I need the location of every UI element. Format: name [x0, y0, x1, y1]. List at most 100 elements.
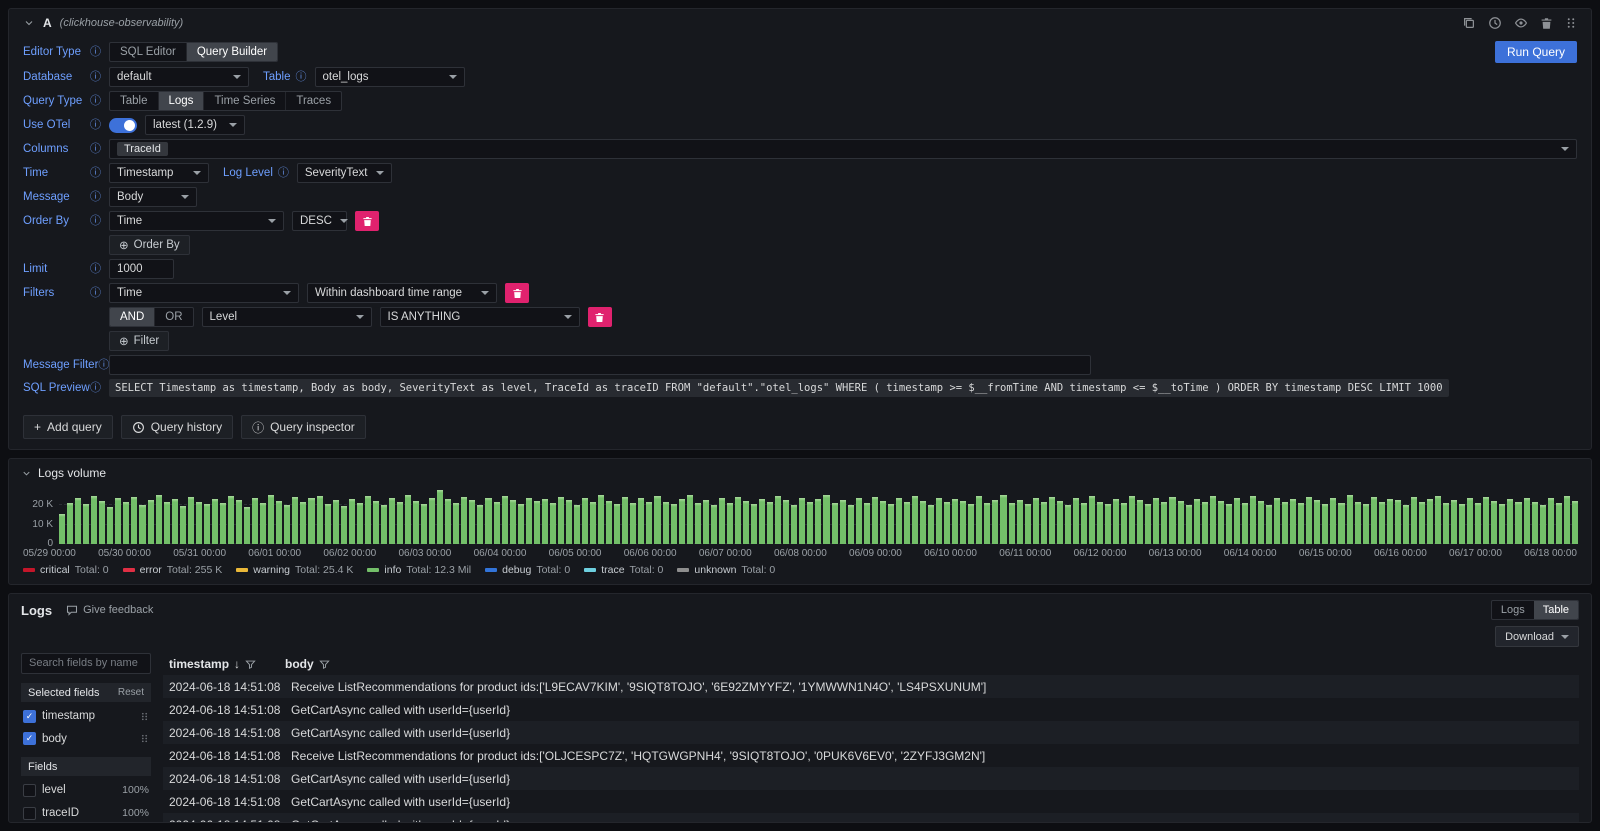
collapse-chevron-icon[interactable] — [23, 17, 35, 29]
columns-chip-traceid[interactable]: TraceId — [117, 142, 168, 156]
body-checkbox[interactable]: ✓ — [23, 732, 36, 745]
log-row[interactable]: 2024-06-18 14:51:08GetCartAsync called w… — [163, 721, 1579, 744]
info-icon[interactable]: ⓘ — [278, 168, 289, 179]
log-row[interactable]: 2024-06-18 14:51:08GetCartAsync called w… — [163, 790, 1579, 813]
drag-handle-grip-icon[interactable] — [140, 711, 149, 722]
volume-bar — [156, 495, 162, 544]
volume-bar — [1234, 498, 1240, 544]
editor-type-option-builder[interactable]: Query Builder — [187, 43, 277, 61]
timestamp-column-header[interactable]: timestamp ↓ — [163, 657, 285, 671]
traceid-checkbox[interactable] — [23, 807, 36, 820]
query-inspector-button[interactable]: ⓘ Query inspector — [241, 415, 366, 439]
query-type-tab-table[interactable]: Table — [110, 92, 159, 110]
sort-desc-icon[interactable]: ↓ — [234, 657, 240, 671]
log-row[interactable]: 2024-06-18 14:51:08GetCartAsync called w… — [163, 813, 1579, 822]
log-row[interactable]: 2024-06-18 14:51:08Receive ListRecommend… — [163, 675, 1579, 698]
order-by-direction-select[interactable]: DESC — [292, 211, 347, 231]
info-icon[interactable]: ⓘ — [90, 72, 101, 83]
filter2-or-option[interactable]: OR — [155, 308, 192, 326]
info-icon[interactable]: ⓘ — [90, 168, 101, 179]
volume-bar — [357, 503, 363, 544]
volume-bar — [83, 504, 89, 544]
view-toggle-logs[interactable]: Logs — [1492, 601, 1534, 619]
query-history-button[interactable]: Query history — [121, 415, 233, 439]
use-otel-toggle[interactable] — [109, 118, 137, 133]
add-order-by-button[interactable]: ⊕ Order By — [109, 235, 190, 255]
table-label-wrap: Table ⓘ — [263, 71, 307, 83]
filter2-field-select[interactable]: Level — [202, 307, 372, 327]
drag-handle-grip-icon[interactable] — [1565, 16, 1577, 30]
add-filter-button[interactable]: ⊕ Filter — [109, 331, 169, 351]
filter2-operator-select[interactable]: IS ANYTHING — [380, 307, 580, 327]
download-button[interactable]: Download — [1495, 626, 1579, 647]
message-filter-row: Message Filter ⓘ — [23, 355, 1577, 375]
time-column-select[interactable]: Timestamp — [109, 163, 209, 183]
duplicate-query-icon[interactable] — [1462, 16, 1476, 30]
legend-item-warning[interactable]: warningTotal: 25.4 K — [236, 564, 353, 576]
info-icon[interactable]: ⓘ — [90, 264, 101, 275]
legend-item-critical[interactable]: criticalTotal: 0 — [23, 564, 109, 576]
hide-response-eye-icon[interactable] — [1514, 16, 1528, 30]
editor-type-option-sql[interactable]: SQL Editor — [110, 43, 187, 61]
log-row[interactable]: 2024-06-18 14:51:08GetCartAsync called w… — [163, 698, 1579, 721]
add-query-button[interactable]: + Add query — [23, 415, 113, 439]
loglevel-label: Log Level — [223, 167, 273, 179]
query-type-tab-timeseries[interactable]: Time Series — [204, 92, 286, 110]
info-icon[interactable]: ⓘ — [98, 360, 109, 371]
info-icon[interactable]: ⓘ — [296, 72, 307, 83]
legend-item-info[interactable]: infoTotal: 12.3 Mil — [367, 564, 471, 576]
order-by-delete-button[interactable] — [355, 211, 379, 231]
order-by-field-select[interactable]: Time — [109, 211, 284, 231]
filter-funnel-icon[interactable] — [319, 659, 330, 670]
limit-input[interactable] — [109, 259, 174, 279]
search-fields-input[interactable] — [21, 653, 151, 674]
level-checkbox[interactable] — [23, 784, 36, 797]
volume-bar — [1033, 498, 1039, 544]
filter-funnel-icon[interactable] — [245, 659, 256, 670]
info-icon[interactable]: ⓘ — [90, 192, 101, 203]
log-row[interactable]: 2024-06-18 14:51:08GetCartAsync called w… — [163, 767, 1579, 790]
add-order-by-row: ⊕ Order By — [109, 235, 1577, 255]
info-icon[interactable]: ⓘ — [90, 216, 101, 227]
sql-preview-label: SQL Preview — [23, 382, 90, 394]
drag-handle-grip-icon[interactable] — [140, 733, 149, 744]
loglevel-column-select[interactable]: SeverityText — [297, 163, 392, 183]
view-toggle-table[interactable]: Table — [1534, 601, 1578, 619]
query-type-tab-logs[interactable]: Logs — [159, 92, 205, 110]
info-icon[interactable]: ⓘ — [90, 144, 101, 155]
reset-fields-button[interactable]: Reset — [118, 687, 144, 698]
collapse-chevron-icon[interactable] — [21, 468, 32, 479]
info-icon[interactable]: ⓘ — [90, 288, 101, 299]
columns-multiselect[interactable]: TraceId — [109, 139, 1577, 159]
remove-query-trash-icon[interactable] — [1540, 17, 1553, 30]
legend-item-trace[interactable]: traceTotal: 0 — [584, 564, 663, 576]
field-name: traceID — [42, 807, 116, 819]
database-select[interactable]: default — [109, 67, 249, 87]
info-icon[interactable]: ⓘ — [90, 47, 101, 58]
filter1-operator-select[interactable]: Within dashboard time range — [307, 283, 497, 303]
legend-item-debug[interactable]: debugTotal: 0 — [485, 564, 570, 576]
give-feedback-link[interactable]: Give feedback — [66, 604, 153, 616]
filters-row-1: Filters ⓘ Time Within dashboard time ran… — [23, 283, 1577, 303]
message-filter-input[interactable] — [109, 355, 1091, 375]
log-row[interactable]: 2024-06-18 14:51:08Receive ListRecommend… — [163, 744, 1579, 767]
message-column-select[interactable]: Body — [109, 187, 197, 207]
timestamp-checkbox[interactable]: ✓ — [23, 710, 36, 723]
query-history-icon[interactable] — [1488, 16, 1502, 30]
filter2-delete-button[interactable] — [588, 307, 612, 327]
legend-item-unknown[interactable]: unknownTotal: 0 — [677, 564, 775, 576]
info-icon[interactable]: ⓘ — [90, 120, 101, 131]
otel-version-select[interactable]: latest (1.2.9) — [145, 115, 245, 135]
legend-item-error[interactable]: errorTotal: 255 K — [123, 564, 223, 576]
info-icon[interactable]: ⓘ — [90, 96, 101, 107]
filter1-delete-button[interactable] — [505, 283, 529, 303]
table-select[interactable]: otel_logs — [315, 67, 465, 87]
query-type-tab-traces[interactable]: Traces — [286, 92, 341, 110]
filter1-field-select[interactable]: Time — [109, 283, 299, 303]
volume-bar — [494, 502, 500, 544]
body-column-header[interactable]: body — [285, 657, 1579, 671]
info-icon[interactable]: ⓘ — [90, 383, 101, 394]
run-query-button[interactable]: Run Query — [1495, 41, 1577, 63]
query-ref-id[interactable]: A — [43, 16, 52, 30]
filter2-and-option[interactable]: AND — [110, 308, 155, 326]
